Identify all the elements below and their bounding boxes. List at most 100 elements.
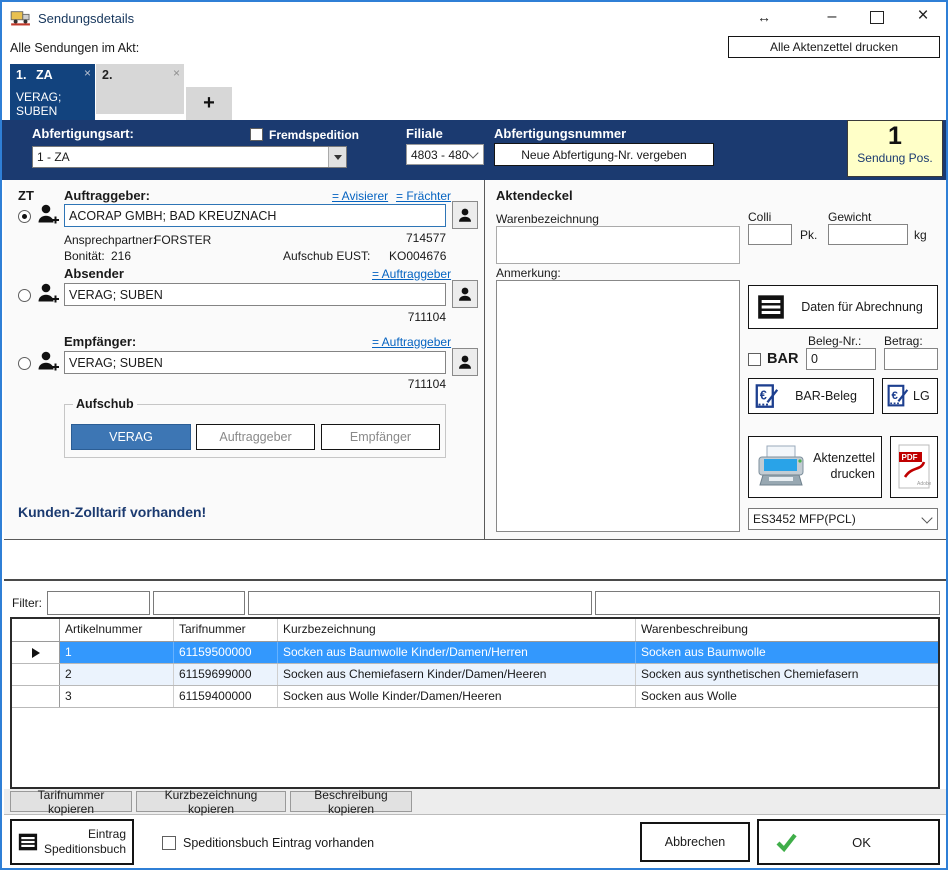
bottom-section-border — [4, 579, 946, 581]
cell-warenbeschreibung[interactable]: Socken aus Baumwolle — [636, 642, 938, 663]
col-warenbeschreibung[interactable]: Warenbeschreibung — [636, 619, 938, 641]
speditionsbuch-checkbox[interactable] — [162, 836, 176, 850]
aufschub-auftraggeber-button[interactable]: Auftraggeber — [196, 424, 315, 450]
empfaenger-input[interactable] — [64, 351, 446, 374]
gewicht-input[interactable] — [828, 224, 908, 245]
tab1-close-icon[interactable]: × — [84, 66, 91, 80]
shipment-tab-1[interactable]: 1. ZA × VERAG; SUBEN — [10, 64, 95, 120]
combo-arrow-button[interactable] — [328, 147, 346, 167]
empfaenger-auftraggeber-link[interactable]: = Auftraggeber — [372, 335, 451, 349]
neue-abfertigungsnummer-button[interactable]: Neue Abfertigung-Nr. vergeben — [494, 143, 714, 166]
abfertigungsart-value: 1 - ZA — [33, 150, 328, 164]
add-contact-icon[interactable] — [36, 202, 60, 231]
table-row[interactable]: 1 61159500000 Socken aus Baumwolle Kinde… — [12, 642, 938, 664]
daten-abrechnung-button[interactable]: Daten für Abrechnung — [748, 285, 938, 329]
printer-select[interactable]: ES3452 MFP(PCL) — [748, 508, 938, 530]
cell-tarifnummer[interactable]: 61159500000 — [174, 642, 278, 663]
tab1-number: 1. — [16, 68, 26, 82]
cell-tarifnummer[interactable]: 61159400000 — [174, 686, 278, 707]
auftraggeber-contact-button[interactable] — [452, 201, 478, 229]
betrag-input[interactable] — [884, 348, 938, 370]
filter-warenbeschreibung-input[interactable] — [595, 591, 940, 615]
shipment-tab-2[interactable]: 2. × — [96, 64, 184, 114]
fremdspedition-label: Fremdspedition — [269, 128, 359, 142]
copy-tarifnummer-button[interactable]: Tarifnummer kopieren — [10, 791, 132, 812]
panels-bottom-border — [4, 539, 946, 540]
lg-button[interactable]: € LG — [882, 378, 938, 414]
anmerkung-label: Anmerkung: — [496, 266, 561, 280]
filiale-select[interactable]: 4803 - 480 — [406, 144, 484, 165]
cell-warenbeschreibung[interactable]: Socken aus Wolle — [636, 686, 938, 707]
colli-input[interactable] — [748, 224, 792, 245]
absender-input[interactable] — [64, 283, 446, 306]
abfertigungsart-select[interactable]: 1 - ZA — [32, 146, 347, 168]
add-shipment-tab-button[interactable]: + — [186, 87, 232, 120]
beleg-nr-label: Beleg-Nr.: — [808, 334, 861, 348]
col-artikelnummer[interactable]: Artikelnummer — [60, 619, 174, 641]
filter-kurzbezeichnung-input[interactable] — [248, 591, 592, 615]
maximize-button[interactable] — [865, 6, 889, 28]
colli-label: Colli — [748, 210, 771, 224]
empfaenger-radio[interactable] — [18, 357, 31, 370]
cancel-button[interactable]: Abbrechen — [640, 822, 750, 862]
print-all-aktenzettel-button[interactable]: Alle Aktenzettel drucken — [728, 36, 940, 58]
minimize-button[interactable]: – — [820, 6, 844, 28]
aktenzettel-drucken-button[interactable]: Aktenzettel drucken — [748, 436, 882, 498]
table-row[interactable]: 3 61159400000 Socken aus Wolle Kinder/Da… — [12, 686, 938, 708]
avisierer-link[interactable]: = Avisierer — [332, 189, 388, 203]
beleg-nr-input[interactable] — [806, 348, 876, 370]
fraechter-link[interactable]: = Frächter — [396, 189, 451, 203]
warenbezeichnung-textarea[interactable] — [496, 226, 740, 264]
cell-artikelnummer[interactable]: 1 — [60, 642, 174, 663]
tab1-line1: VERAG; — [16, 90, 61, 104]
close-button[interactable]: × — [910, 4, 936, 28]
absender-contact-button[interactable] — [452, 280, 478, 308]
resize-horizontal-icon[interactable]: ↔ — [752, 6, 776, 28]
cell-kurzbezeichnung[interactable]: Socken aus Chemiefasern Kinder/Damen/Hee… — [278, 664, 636, 685]
tab1-code: ZA — [36, 68, 53, 82]
position-count: 1 — [848, 121, 942, 151]
svg-text:Adobe: Adobe — [917, 481, 931, 487]
aufschub-group: Aufschub VERAG Auftraggeber Empfänger — [64, 404, 446, 458]
cell-kurzbezeichnung[interactable]: Socken aus Baumwolle Kinder/Damen/Herren — [278, 642, 636, 663]
pdf-button[interactable]: PDF Adobe — [890, 436, 938, 498]
add-contact-icon[interactable] — [36, 281, 60, 310]
cell-warenbeschreibung[interactable]: Socken aus synthetischen Chemiefasern — [636, 664, 938, 685]
bar-beleg-button[interactable]: € BAR-Beleg — [748, 378, 874, 414]
add-contact-icon[interactable] — [36, 349, 60, 378]
auftraggeber-label: Auftraggeber: — [64, 188, 150, 203]
aufschub-verag-button[interactable]: VERAG — [71, 424, 191, 450]
printer-icon — [755, 444, 807, 490]
tab2-close-icon[interactable]: × — [173, 66, 180, 80]
col-kurzbezeichnung[interactable]: Kurzbezeichnung — [278, 619, 636, 641]
copy-beschreibung-button[interactable]: Beschreibung kopieren — [290, 791, 412, 812]
bar-checkbox[interactable] — [748, 353, 761, 366]
empfaenger-contact-button[interactable] — [452, 348, 478, 376]
chevron-down-icon — [467, 147, 478, 158]
aktenzettel-drucken-label: Aktenzettel drucken — [807, 451, 875, 482]
person-icon — [456, 353, 474, 371]
col-tarifnummer[interactable]: Tarifnummer — [174, 619, 278, 641]
row-selector-cell — [12, 642, 60, 663]
table-row[interactable]: 2 61159699000 Socken aus Chemiefasern Ki… — [12, 664, 938, 686]
anmerkung-textarea[interactable] — [496, 280, 740, 532]
cell-kurzbezeichnung[interactable]: Socken aus Wolle Kinder/Damen/Heeren — [278, 686, 636, 707]
cell-tarifnummer[interactable]: 61159699000 — [174, 664, 278, 685]
ok-button[interactable]: OK — [757, 819, 940, 865]
articles-table: Artikelnummer Tarifnummer Kurzbezeichnun… — [10, 617, 940, 789]
filter-artikelnummer-input[interactable] — [47, 591, 150, 615]
auftraggeber-input[interactable] — [64, 204, 446, 227]
fremdspedition-checkbox[interactable] — [250, 128, 263, 141]
pdf-icon: PDF Adobe — [897, 444, 931, 490]
filiale-label: Filiale — [406, 126, 443, 141]
filter-tarifnummer-input[interactable] — [153, 591, 245, 615]
eintrag-speditionsbuch-button[interactable]: Eintrag Speditionsbuch — [10, 819, 134, 865]
copy-kurzbezeichnung-button[interactable]: Kurzbezeichnung kopieren — [136, 791, 286, 812]
all-shipments-label: Alle Sendungen im Akt: — [10, 41, 139, 55]
cell-artikelnummer[interactable]: 3 — [60, 686, 174, 707]
aufschub-empfaenger-button[interactable]: Empfänger — [321, 424, 440, 450]
cell-artikelnummer[interactable]: 2 — [60, 664, 174, 685]
absender-auftraggeber-link[interactable]: = Auftraggeber — [372, 267, 451, 281]
auftraggeber-radio[interactable] — [18, 210, 31, 223]
absender-radio[interactable] — [18, 289, 31, 302]
